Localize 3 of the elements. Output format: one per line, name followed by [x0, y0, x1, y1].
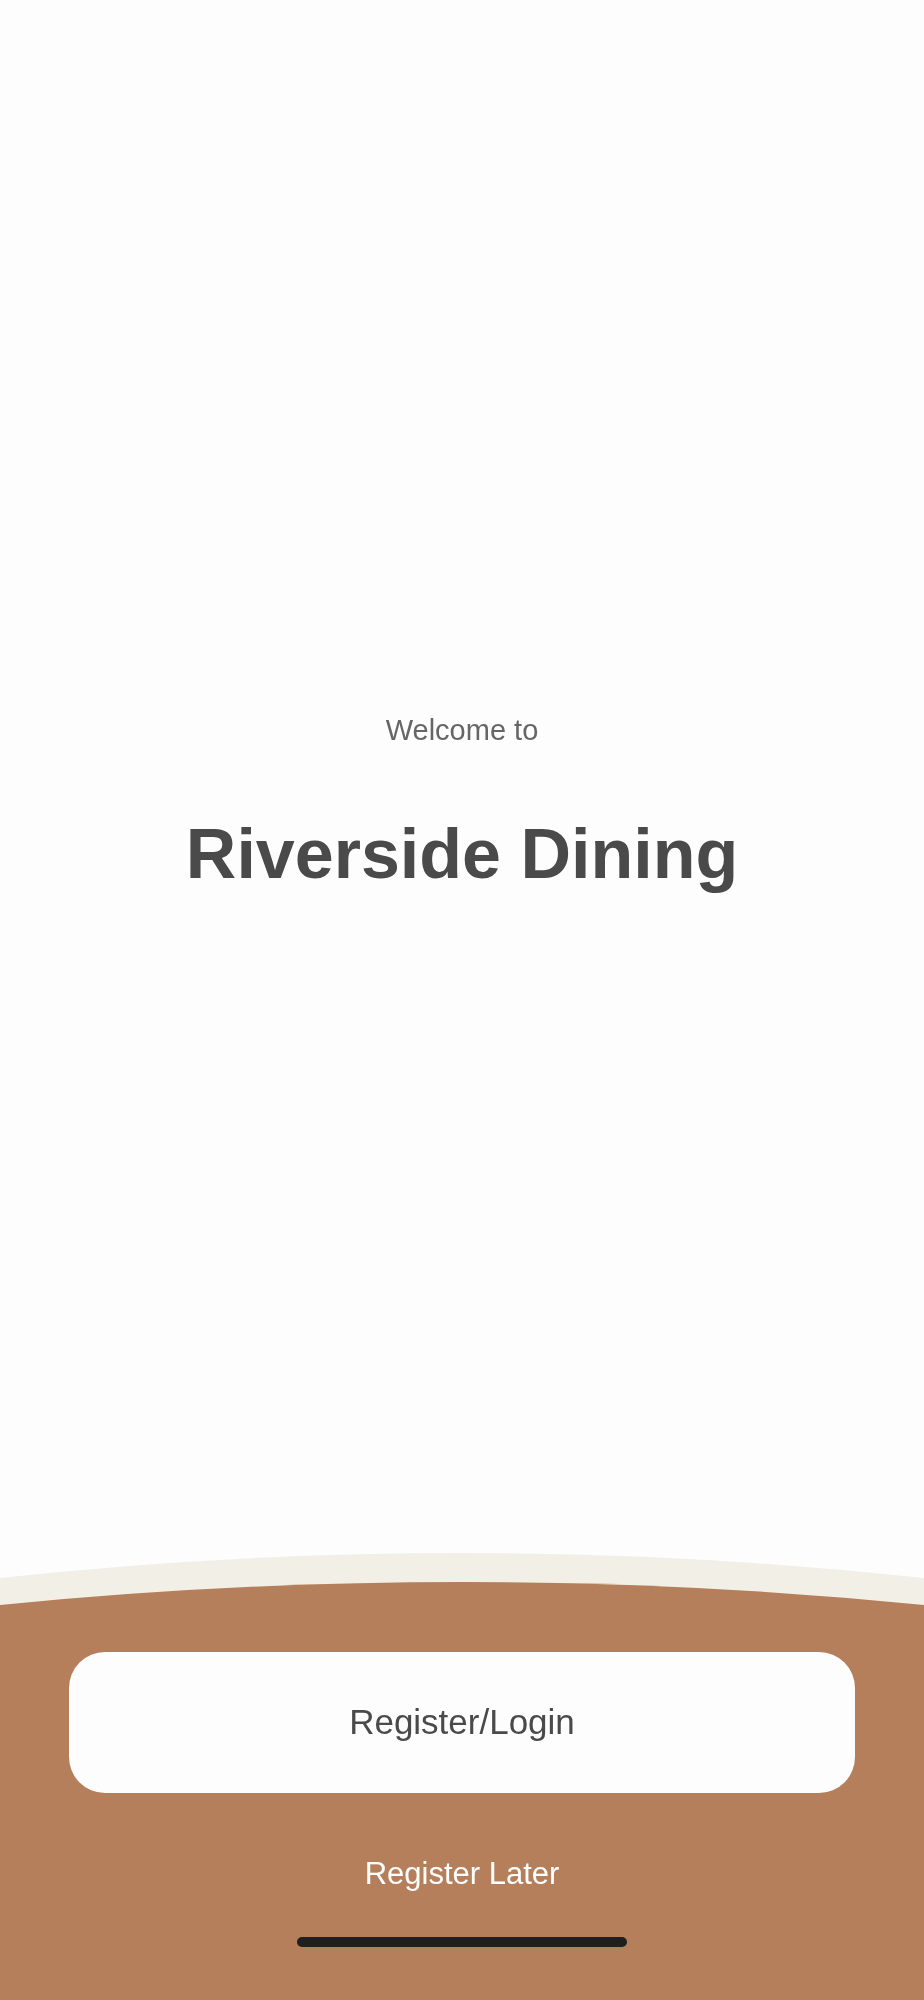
app-title: Riverside Dining	[185, 814, 739, 894]
welcome-subtitle: Welcome to	[385, 713, 539, 748]
register-login-button[interactable]: Register/Login	[69, 1652, 855, 1793]
